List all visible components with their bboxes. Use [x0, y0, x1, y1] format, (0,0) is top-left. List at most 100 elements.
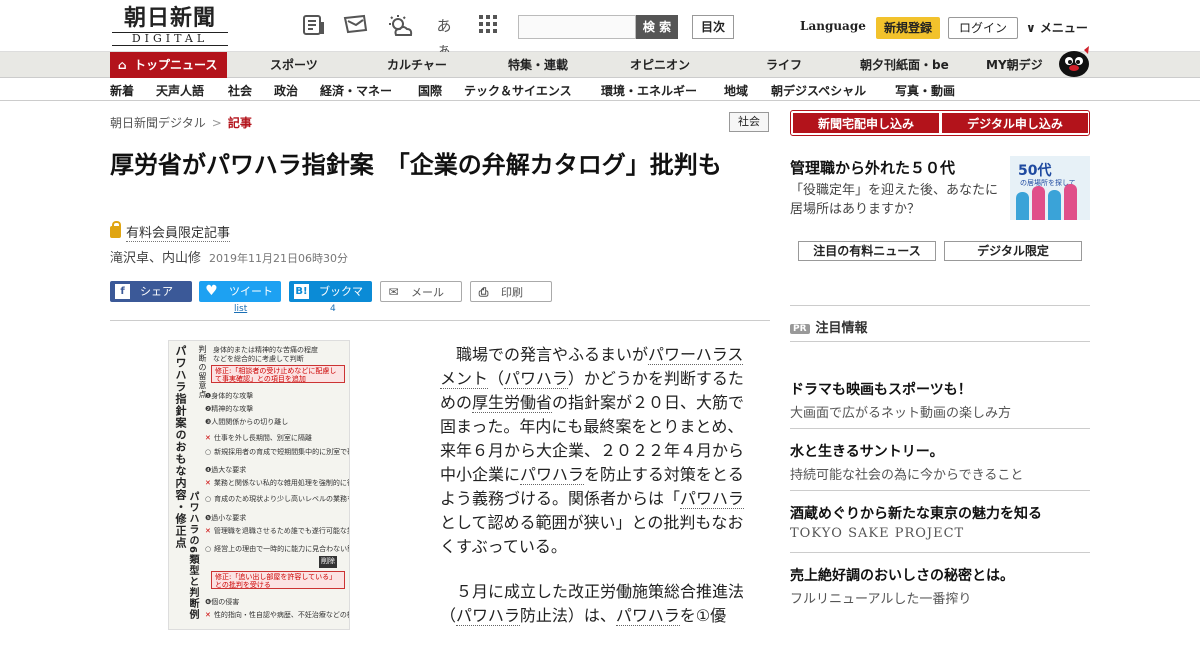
nav2-economy[interactable]: 経済・マネー	[320, 82, 392, 99]
figure-line: ○経営上の理由で一時的に能力に見合わない簡易な業務に就かせる	[205, 545, 349, 553]
home-icon: ⌂	[118, 58, 127, 72]
toc-button[interactable]: 目次	[692, 15, 734, 39]
nav2-environment[interactable]: 環境・エネルギー	[601, 82, 697, 99]
sidebar-divider	[790, 490, 1090, 491]
person-icon	[1016, 192, 1029, 220]
grid-menu-icon[interactable]	[474, 14, 502, 38]
message-icon[interactable]	[342, 14, 370, 38]
nav2-special[interactable]: 朝デジスペシャル	[771, 82, 866, 99]
nav2-region[interactable]: 地域	[724, 82, 748, 99]
breadcrumb-separator: >	[211, 116, 222, 130]
keyword-link[interactable]: パワハラ	[680, 489, 744, 509]
newspaper-icon[interactable]	[300, 14, 328, 38]
logo-sub: DIGITAL	[112, 32, 228, 46]
ad-subtitle[interactable]: 持続可能な社会の為に今からできること	[790, 464, 1023, 483]
nav-top-news[interactable]: ⌂ トップニュース	[110, 52, 228, 78]
mail-share-button[interactable]: ✉ メール	[380, 281, 462, 302]
person-icon	[1064, 184, 1077, 220]
figure-line: ✕性的指向・性自認や病歴、不妊治療などの機微な個人情報を了解を得ずに暴露	[205, 611, 349, 619]
nav2-politics[interactable]: 政治	[274, 82, 298, 99]
nav-sports[interactable]: スポーツ	[270, 52, 318, 78]
figure-line: ❶身体的な攻撃	[205, 392, 254, 400]
mascot-icon[interactable]	[1056, 44, 1092, 78]
figure-line: ❻個の侵害	[205, 598, 240, 606]
nav-opinion[interactable]: オピニオン	[630, 52, 690, 78]
figure-line: ❸人間関係からの切り離し	[205, 418, 289, 426]
pr-heading: PR 注目情報	[790, 317, 868, 336]
keyword-link[interactable]: パワハラ	[504, 369, 568, 389]
register-button[interactable]: 新規登録	[876, 17, 940, 39]
tab-paid-news[interactable]: 注目の有料ニュース	[798, 241, 936, 261]
primary-nav: ⌂ トップニュース スポーツ カルチャー 特集・連載 オピニオン ライフ 朝夕刊紙…	[0, 52, 1200, 78]
twitter-icon: ♥	[205, 283, 218, 299]
byline: 滝沢卓、内山修 2019年11月21日06時30分	[110, 247, 348, 266]
figure-line: ✕業務と関係ない私的な雑用処理を強制的に行わせる	[205, 479, 349, 487]
nav-life[interactable]: ライフ	[766, 52, 802, 78]
search-button[interactable]: 検 索	[636, 15, 678, 39]
figure-line: ❷精神的な攻撃	[205, 405, 254, 413]
twitter-share-button[interactable]: ♥ ツイート	[199, 281, 281, 302]
promo-text[interactable]: 「役職定年」を迎えた後、あなたに居場所はありますか？	[790, 181, 1005, 219]
weather-icon[interactable]	[386, 14, 414, 38]
nav2-new[interactable]: 新着	[110, 82, 134, 99]
breadcrumb-home[interactable]: 朝日新聞デジタル	[110, 116, 206, 130]
hatena-count[interactable]: 4	[330, 304, 336, 314]
tab-digital-only[interactable]: デジタル限定	[944, 241, 1082, 261]
facebook-share-button[interactable]: f シェア	[110, 281, 192, 302]
category-badge[interactable]: 社会	[729, 112, 769, 132]
secondary-nav: 新着 天声人語 社会 政治 経済・マネー 国際 テック＆サイエンス 環境・エネル…	[0, 79, 1200, 101]
person-icon	[1032, 186, 1045, 220]
article-figure[interactable]: パワハラ指針案のおもな内容・修正点 パワハラの6類型と判断例 判断の留意点 身体…	[168, 340, 350, 630]
article-date: 2019年11月21日06時30分	[209, 252, 348, 265]
ad-title[interactable]: 水と生きるサントリー。	[790, 441, 944, 461]
keyword-link[interactable]: パワハラ	[615, 606, 680, 626]
paid-member-label[interactable]: 有料会員限定記事	[110, 221, 231, 242]
nav-newspaper[interactable]: 朝夕刊紙面・be	[860, 52, 949, 78]
language-link[interactable]: Language	[800, 19, 866, 33]
ad-title[interactable]: 売上絶好調のおいしさの秘密とは。	[790, 565, 1014, 585]
figure-line: ✕ 仕事を外し長期間、別室に隔離	[205, 434, 312, 442]
login-button[interactable]: ログイン	[948, 17, 1018, 39]
promo-title[interactable]: 管理職から外れた５０代	[790, 157, 955, 178]
top-bar: 朝日新聞 DIGITAL あぁ 検 索 目次 Language 新規登録 ログイ…	[0, 0, 1200, 59]
menu-button[interactable]: ∨ メニュー	[1026, 19, 1088, 36]
ad-subtitle[interactable]: TOKYO SAKE PROJECT	[790, 526, 964, 541]
nav2-international[interactable]: 国際	[418, 82, 442, 99]
nav2-society[interactable]: 社会	[228, 82, 252, 99]
nav2-tensei[interactable]: 天声人語	[156, 82, 204, 99]
ad-subtitle[interactable]: 大画面で広がるネット動画の楽しみ方	[790, 402, 1011, 421]
promo-image[interactable]: 50代 の居場所を探して	[1010, 156, 1090, 220]
article-paragraph: 職場での発言やふるまいがパワーハラスメント（パワハラ）かどうかを判断するための厚…	[440, 345, 745, 556]
twitter-count[interactable]: list	[234, 304, 247, 314]
print-button[interactable]: ⎙ 印刷	[470, 281, 552, 302]
lock-icon	[110, 221, 121, 238]
keyword-link[interactable]: 厚生労働省	[472, 393, 553, 413]
subscribe-digital-button[interactable]: デジタル申し込み	[941, 112, 1089, 134]
hatena-bookmark-button[interactable]: B! ブックマーク	[289, 281, 372, 319]
keyword-link[interactable]: パワハラ	[520, 465, 584, 485]
font-size-icon[interactable]: あぁ	[430, 14, 458, 59]
sidebar-divider	[790, 341, 1090, 342]
nav-culture[interactable]: カルチャー	[387, 52, 447, 78]
figure-deleted-tag: 削除	[319, 556, 337, 568]
figure-line: ○ 新規採用者の育成で短期間集中的に別室で研修	[205, 448, 350, 456]
subscribe-paper-button[interactable]: 新聞宅配申し込み	[792, 112, 940, 134]
nav2-tech[interactable]: テック＆サイエンス	[464, 82, 572, 99]
nav2-photo-video[interactable]: 写真・動画	[895, 82, 955, 99]
print-icon: ⎙	[478, 285, 489, 299]
figure-fix-note: 修正:「追い出し部屋を許容している」との批判を受ける	[211, 571, 345, 589]
search-input[interactable]	[518, 15, 636, 39]
keyword-link[interactable]: パワハラ	[456, 606, 520, 626]
figure-fix-note: 修正:「相談者の受け止めなどに配慮して事実確認」との項目を追加	[211, 365, 345, 383]
figure-line: ❹過大な要求	[205, 466, 247, 474]
nav-features[interactable]: 特集・連載	[508, 52, 568, 78]
ad-title[interactable]: 酒蔵めぐりから新たな東京の魅力を知る	[790, 503, 1042, 523]
sidebar-divider	[790, 428, 1090, 429]
ad-subtitle[interactable]: フルリニューアルした一番搾り	[790, 588, 971, 607]
figure-line: ❺過小な要求	[205, 514, 247, 522]
nav-my-asadeji[interactable]: MY朝デジ	[986, 52, 1043, 78]
sidebar-divider	[790, 552, 1090, 553]
mail-icon: ✉	[388, 285, 399, 299]
site-logo[interactable]: 朝日新聞 DIGITAL	[112, 6, 228, 46]
ad-title[interactable]: ドラマも映画もスポーツも！	[790, 379, 972, 399]
